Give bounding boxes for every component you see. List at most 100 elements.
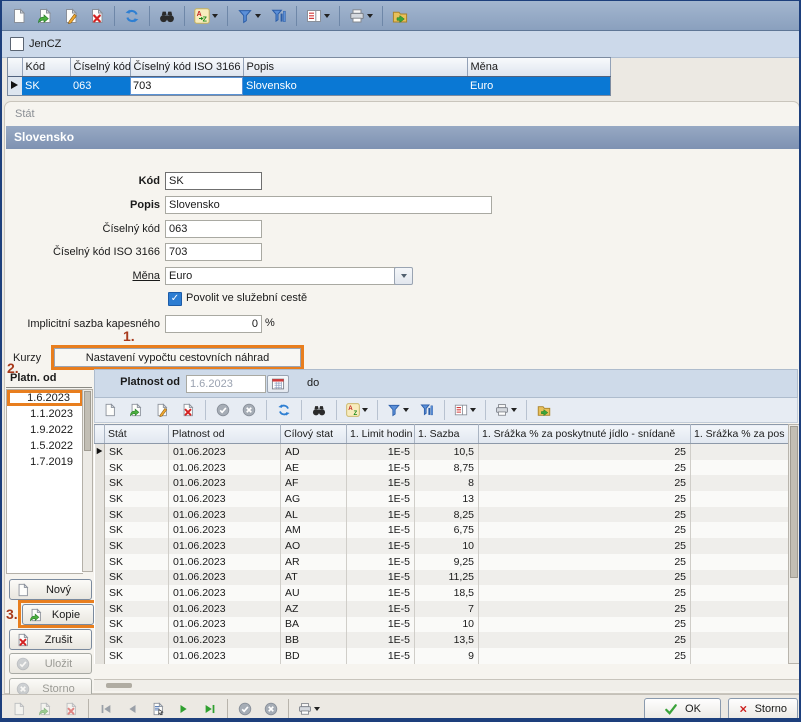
edit-icon[interactable] — [58, 4, 84, 28]
delete-icon[interactable] — [84, 4, 110, 28]
iso-field[interactable]: 703 — [165, 243, 262, 261]
col-kod[interactable]: Kód — [22, 58, 70, 77]
rates-cell[interactable]: 01.06.2023 — [169, 460, 281, 476]
rates-cell[interactable]: SK — [105, 522, 169, 538]
search-icon[interactable] — [306, 398, 332, 422]
refresh-icon[interactable] — [271, 398, 297, 422]
platnost-date-item[interactable]: 1.6.2023 — [7, 390, 83, 406]
rates-cell[interactable]: BA — [281, 617, 347, 633]
print-icon[interactable] — [293, 697, 325, 721]
rates-cell[interactable]: 10 — [415, 617, 479, 633]
next-record-icon[interactable] — [171, 697, 197, 721]
rates-cell-empty[interactable] — [691, 570, 789, 586]
rates-cell[interactable]: 1E-5 — [347, 491, 415, 507]
rates-cell[interactable]: 11,25 — [415, 570, 479, 586]
rates-cell[interactable]: 01.06.2023 — [169, 507, 281, 523]
kod-field[interactable]: SK — [165, 172, 262, 190]
filter-icon[interactable] — [232, 4, 266, 28]
rates-cell-empty[interactable] — [691, 444, 789, 460]
sort-az-icon[interactable]: A Z — [341, 398, 373, 422]
rates-row[interactable]: SK01.06.2023AD1E-510,525 — [95, 444, 789, 460]
rates-cell[interactable]: 25 — [479, 538, 691, 554]
new-icon[interactable] — [6, 697, 32, 721]
rates-cell[interactable]: BD — [281, 648, 347, 664]
cell-popis[interactable]: Slovensko — [243, 77, 467, 96]
rates-cell[interactable]: SK — [105, 632, 169, 648]
new-icon[interactable] — [97, 398, 123, 422]
delete-icon[interactable] — [58, 697, 84, 721]
rates-cell[interactable]: 10,5 — [415, 444, 479, 460]
rates-cell[interactable]: AD — [281, 444, 347, 460]
search-icon[interactable] — [154, 4, 180, 28]
kopie-button[interactable]: Kopie — [22, 604, 94, 625]
col-sazba[interactable]: 1. Sazba — [415, 425, 479, 444]
rates-cell[interactable]: BB — [281, 632, 347, 648]
rates-cell[interactable]: 25 — [479, 601, 691, 617]
rates-cell[interactable]: 25 — [479, 460, 691, 476]
col-limit-hodin[interactable]: 1. Limit hodin — [347, 425, 415, 444]
record-list-icon[interactable] — [145, 697, 171, 721]
cell-kod[interactable]: SK — [22, 77, 70, 96]
rates-cell[interactable]: 1E-5 — [347, 507, 415, 523]
rates-cell[interactable]: SK — [105, 554, 169, 570]
rates-cell[interactable]: AF — [281, 475, 347, 491]
rates-cell[interactable]: 13,5 — [415, 632, 479, 648]
platnost-date-item[interactable]: 1.5.2022 — [7, 438, 83, 454]
export-icon[interactable] — [531, 398, 557, 422]
rates-cell[interactable]: AZ — [281, 601, 347, 617]
rates-row[interactable]: SK01.06.2023AM1E-56,7525 — [95, 522, 789, 538]
rates-cell[interactable]: SK — [105, 570, 169, 586]
rates-cell[interactable]: 1E-5 — [347, 444, 415, 460]
mena-dropdown-button[interactable] — [394, 267, 413, 285]
rates-cell[interactable]: 25 — [479, 648, 691, 664]
cell-mena[interactable]: Euro — [467, 77, 610, 96]
rates-cell[interactable]: 25 — [479, 522, 691, 538]
rates-cell[interactable]: SK — [105, 585, 169, 601]
rates-row[interactable]: SK01.06.2023BA1E-51025 — [95, 617, 789, 633]
col-platnost-od[interactable]: Platnost od — [169, 425, 281, 444]
rates-cell[interactable]: 8,75 — [415, 460, 479, 476]
rates-cell[interactable]: 25 — [479, 570, 691, 586]
ok-button[interactable]: OK — [644, 698, 721, 720]
jencz-checkbox[interactable] — [10, 37, 24, 51]
print-icon[interactable] — [344, 4, 378, 28]
rates-cell-empty[interactable] — [691, 585, 789, 601]
rates-row[interactable]: SK01.06.2023AF1E-5825 — [95, 475, 789, 491]
platnost-list-header[interactable]: Platn. od — [6, 372, 92, 388]
platnost-date-item[interactable]: 1.9.2022 — [7, 422, 83, 438]
rates-cell-empty[interactable] — [691, 632, 789, 648]
rates-cell[interactable]: 25 — [479, 475, 691, 491]
rates-row[interactable]: SK01.06.2023AZ1E-5725 — [95, 601, 789, 617]
ciselny-kod-field[interactable]: 063 — [165, 220, 262, 238]
columns-icon[interactable] — [301, 4, 335, 28]
rates-row[interactable]: SK01.06.2023AR1E-59,2525 — [95, 554, 789, 570]
rates-cell-empty[interactable] — [691, 475, 789, 491]
rates-cell[interactable]: AU — [281, 585, 347, 601]
rates-cell-empty[interactable] — [691, 554, 789, 570]
sazba-field[interactable]: 0 — [165, 315, 262, 333]
povolit-checkbox[interactable]: ✓ — [168, 292, 182, 306]
rates-cell[interactable]: 25 — [479, 585, 691, 601]
rates-cell[interactable]: 18,5 — [415, 585, 479, 601]
rates-cell[interactable]: 01.06.2023 — [169, 554, 281, 570]
col-mena[interactable]: Měna — [467, 58, 610, 77]
copy-icon[interactable] — [123, 398, 149, 422]
rates-cell[interactable]: SK — [105, 617, 169, 633]
col-stat[interactable]: Stát — [105, 425, 169, 444]
storno-button[interactable]: Storno — [728, 698, 798, 720]
rates-cell[interactable]: 1E-5 — [347, 475, 415, 491]
rates-cell[interactable]: SK — [105, 444, 169, 460]
rates-cell[interactable]: 8,25 — [415, 507, 479, 523]
country-row-selected[interactable]: SK 063 703 Slovensko Euro — [8, 77, 610, 96]
cell-iso[interactable]: 703 — [130, 77, 243, 96]
confirm-icon[interactable] — [232, 697, 258, 721]
new-icon[interactable] — [6, 4, 32, 28]
rates-cell[interactable]: 1E-5 — [347, 617, 415, 633]
cancel-icon[interactable] — [258, 697, 284, 721]
col-popis[interactable]: Popis — [243, 58, 467, 77]
first-record-icon[interactable] — [93, 697, 119, 721]
filter-grid-icon[interactable] — [266, 4, 292, 28]
rates-cell[interactable]: SK — [105, 601, 169, 617]
tab-nahrady[interactable]: Nastavení vypočtu cestovních náhrad — [54, 348, 301, 367]
rates-cell[interactable]: 6,75 — [415, 522, 479, 538]
